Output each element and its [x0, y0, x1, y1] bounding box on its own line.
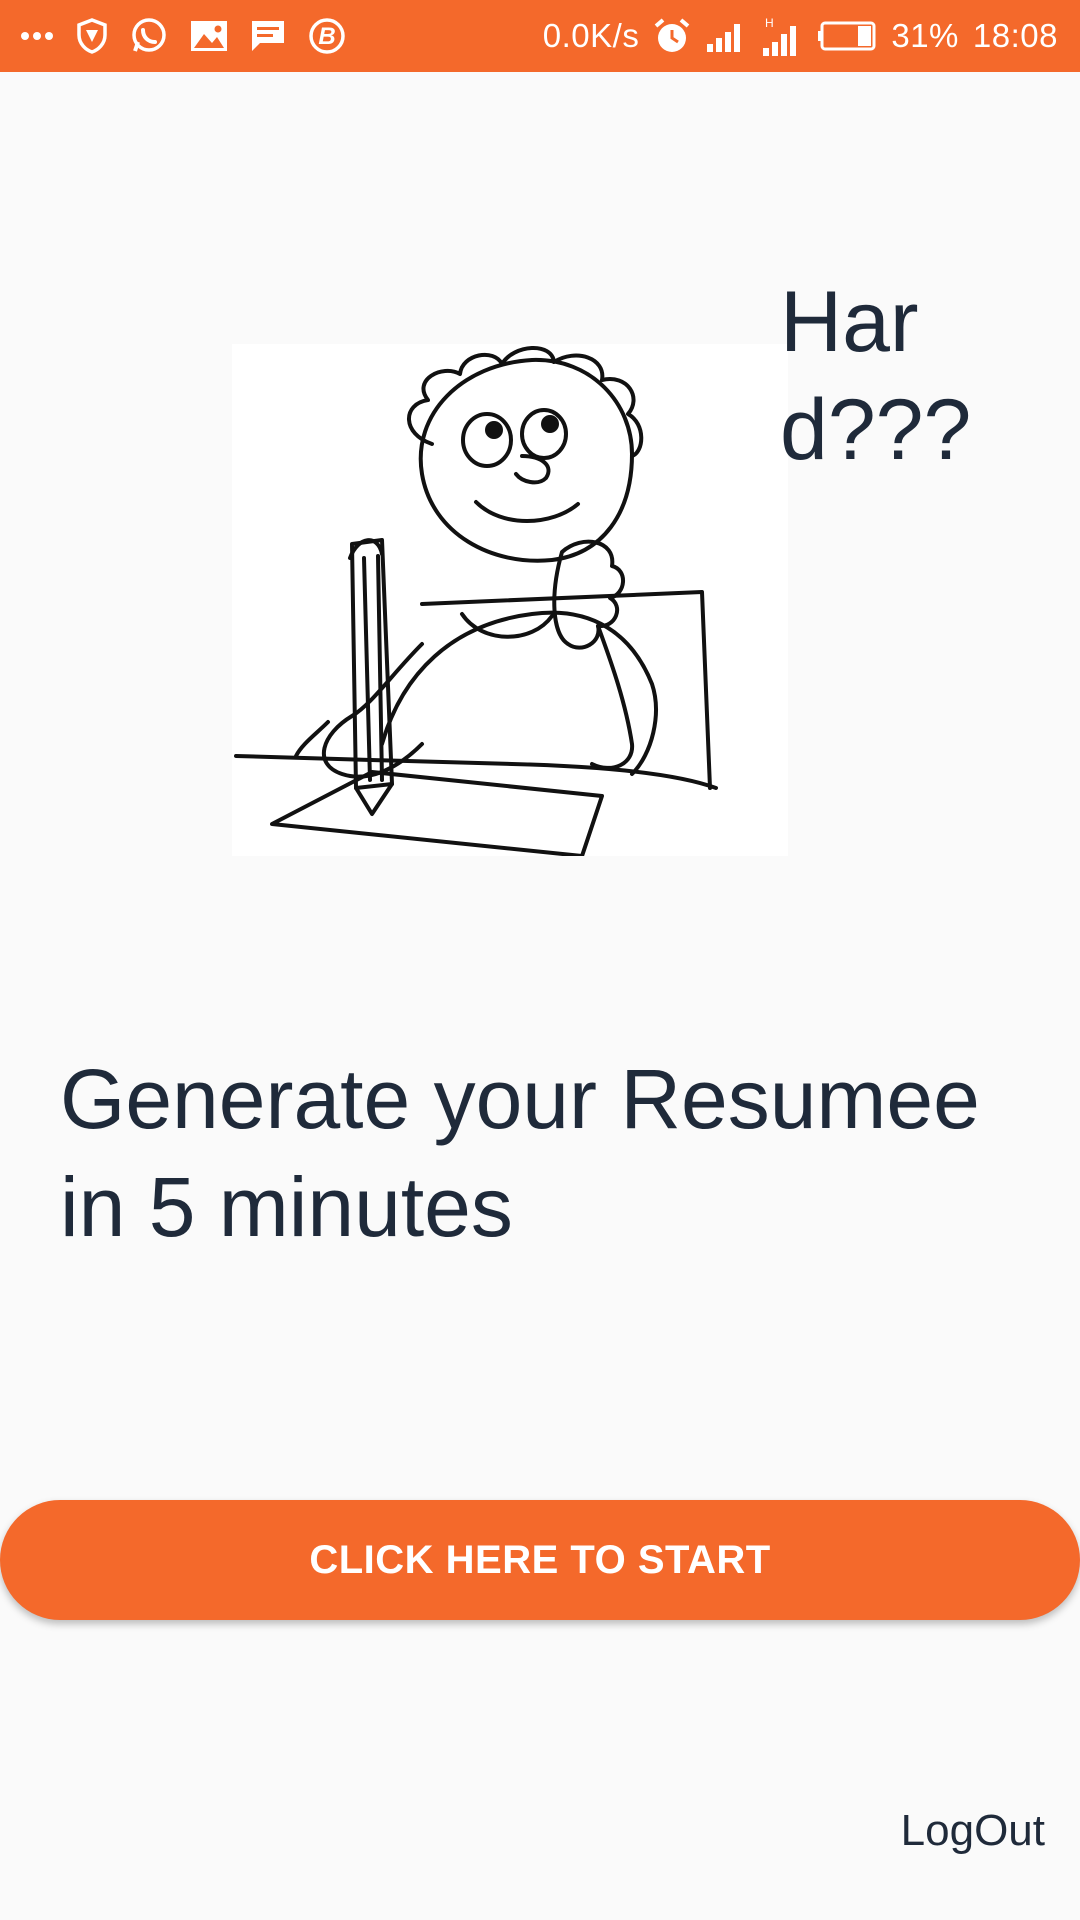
- svg-text:B: B: [318, 23, 335, 50]
- logout-link[interactable]: LogOut: [901, 1806, 1045, 1856]
- status-bar-notifications: B: [20, 17, 346, 55]
- status-bar-system: 0.0K/s H 31% 18:08: [543, 16, 1058, 56]
- gallery-icon: [190, 20, 228, 52]
- signal-icon: [705, 20, 747, 52]
- vpn-shield-icon: [76, 18, 108, 54]
- status-bar: B 0.0K/s H 31% 18:08: [0, 0, 1080, 72]
- b-app-icon: B: [308, 17, 346, 55]
- alarm-icon: [653, 17, 691, 55]
- signal-h-icon: H: [761, 16, 803, 56]
- generate-resume-headline: Generate your Resumee in 5 minutes: [60, 1052, 980, 1254]
- whatsapp-icon: [130, 17, 168, 55]
- thinking-boy-writing-illustration: [232, 344, 788, 858]
- clock-time: 18:08: [972, 17, 1058, 54]
- hard-question-text: Hard???: [780, 274, 972, 478]
- start-button[interactable]: CLICK HERE TO START: [0, 1500, 1080, 1620]
- battery-icon: [817, 21, 877, 51]
- network-speed: 0.0K/s: [542, 17, 640, 54]
- message-icon: [250, 19, 286, 53]
- battery-percent: 31%: [891, 17, 959, 54]
- svg-text:H: H: [765, 16, 774, 30]
- more-dots-icon: [20, 30, 54, 42]
